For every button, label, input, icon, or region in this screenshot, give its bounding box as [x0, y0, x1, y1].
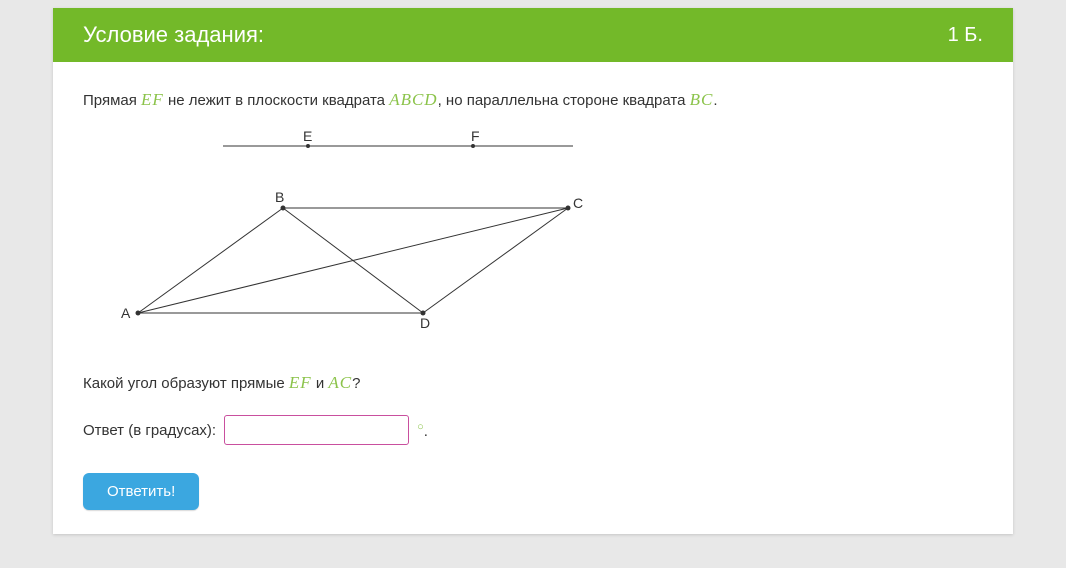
text-part: , но параллельна стороне квадрата — [438, 92, 690, 109]
submit-button[interactable]: Ответить! — [83, 473, 199, 510]
diagram-svg: E F A B C D — [113, 128, 593, 338]
degree-unit: ○. — [417, 421, 428, 440]
text-part: . — [713, 92, 717, 109]
task-title: Условие задания: — [83, 22, 264, 48]
math-bc: BC — [690, 90, 714, 109]
task-score: 1 Б. — [948, 24, 983, 47]
label-b: B — [275, 189, 284, 205]
label-c: C — [573, 195, 583, 211]
answer-input[interactable] — [224, 415, 409, 445]
label-a: A — [121, 305, 131, 321]
diagram: E F A B C D — [113, 128, 983, 343]
label-d: D — [420, 315, 430, 331]
text-part: не лежит в плоскости квадрата — [164, 92, 389, 109]
math-abcd: ABCD — [389, 90, 437, 109]
answer-label: Ответ (в градусах): — [83, 422, 216, 439]
task-card: Условие задания: 1 Б. Прямая EF не лежит… — [53, 8, 1013, 534]
math-ef-2: EF — [289, 373, 312, 392]
text-part: ? — [352, 375, 360, 392]
text-part: Какой угол образуют прямые — [83, 375, 289, 392]
math-ac: AC — [328, 373, 352, 392]
label-e: E — [303, 128, 312, 144]
label-f: F — [471, 128, 480, 144]
math-ef: EF — [141, 90, 164, 109]
task-header: Условие задания: 1 Б. — [53, 8, 1013, 62]
task-content: Прямая EF не лежит в плоскости квадрата … — [53, 62, 1013, 534]
text-part: Прямая — [83, 92, 141, 109]
text-part: и — [312, 375, 329, 392]
problem-statement: Прямая EF не лежит в плоскости квадрата … — [83, 90, 983, 110]
answer-row: Ответ (в градусах): ○. — [83, 415, 983, 445]
question-text: Какой угол образуют прямые EF и AC? — [83, 373, 983, 393]
